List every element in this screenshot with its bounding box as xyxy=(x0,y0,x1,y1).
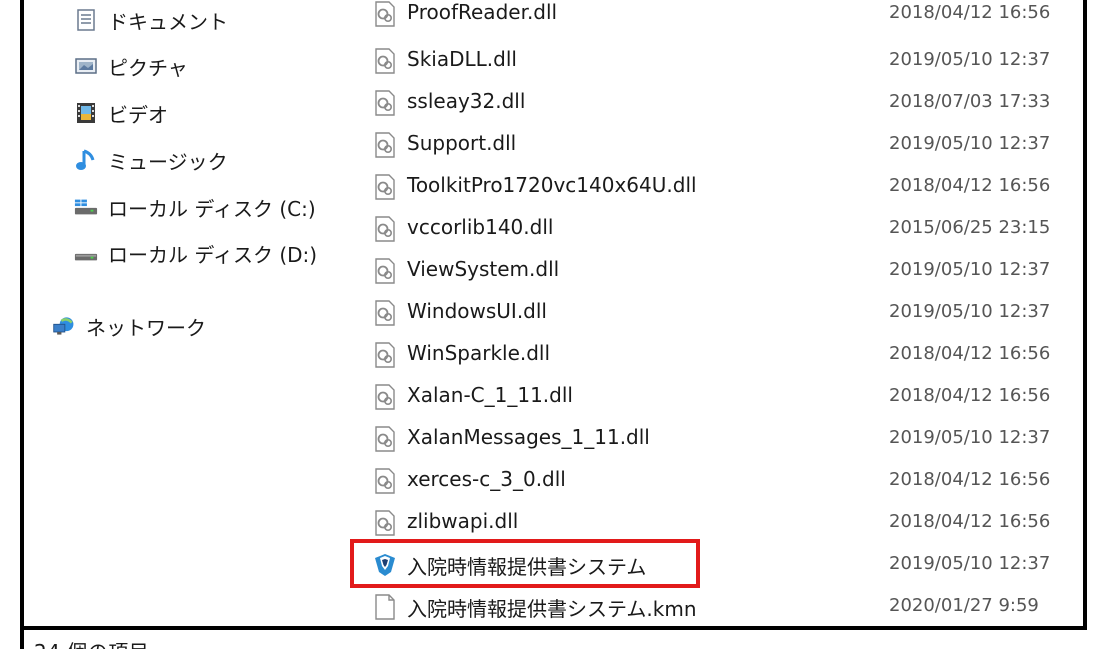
file-row[interactable]: XalanMessages_1_11.dll 2019/05/10 12:37 xyxy=(360,418,1083,460)
file-name: ToolkitPro1720vc140x64U.dll xyxy=(407,173,697,197)
file-name: SkiaDLL.dll xyxy=(407,47,517,71)
local-disk-c-icon xyxy=(74,195,98,219)
file-row[interactable]: ssleay32.dll 2018/07/03 17:33 xyxy=(360,82,1083,124)
blank-file-icon xyxy=(375,594,395,620)
window-border-right xyxy=(1083,0,1087,630)
file-modified-date: 2018/07/03 17:33 xyxy=(889,91,1051,112)
file-row[interactable]: xerces-c_3_0.dll 2018/04/12 16:56 xyxy=(360,460,1083,502)
file-row[interactable]: Support.dll 2019/05/10 12:37 xyxy=(360,124,1083,166)
nav-item-music[interactable]: ミュージック xyxy=(74,140,228,180)
file-modified-date: 2019/05/10 12:37 xyxy=(889,553,1051,574)
status-bar: 24 個の項目 xyxy=(24,630,1083,649)
file-name: Xalan-C_1_11.dll xyxy=(407,383,573,407)
local-disk-d-icon xyxy=(74,241,98,265)
file-name: 入院時情報提供書システム xyxy=(407,555,647,579)
file-row[interactable]: 入院時情報提供書システム.kmn 2020/01/27 9:59 xyxy=(360,586,1083,628)
file-modified-date: 2019/05/10 12:37 xyxy=(889,259,1051,280)
file-row[interactable]: ProofReader.dll 2018/04/12 16:56 xyxy=(360,0,1083,35)
nav-item-label: ローカル ディスク (C:) xyxy=(108,196,316,221)
file-name: WinSparkle.dll xyxy=(407,341,551,365)
file-list: ProofReader.dll 2018/04/12 16:56 SkiaDLL… xyxy=(360,0,1083,626)
nav-item-pictures[interactable]: ピクチャ xyxy=(74,46,188,86)
file-name: XalanMessages_1_11.dll xyxy=(407,425,650,449)
file-modified-date: 2015/06/25 23:15 xyxy=(889,217,1051,238)
nav-item-label: ミュージック xyxy=(108,149,228,174)
file-row[interactable]: WindowsUI.dll 2019/05/10 12:37 xyxy=(360,292,1083,334)
nav-item-label: ピクチャ xyxy=(108,55,188,80)
file-row[interactable]: vccorlib140.dll 2015/06/25 23:15 xyxy=(360,208,1083,250)
file-modified-date: 2018/04/12 16:56 xyxy=(889,385,1051,406)
file-modified-date: 2018/04/12 16:56 xyxy=(889,343,1051,364)
nav-item-local-disk-c[interactable]: ローカル ディスク (C:) xyxy=(74,187,316,227)
file-modified-date: 2018/04/12 16:56 xyxy=(889,2,1051,23)
documents-icon xyxy=(74,8,98,32)
nav-item-label: ドキュメント xyxy=(108,9,228,34)
nav-item-network[interactable]: ネットワーク xyxy=(52,306,206,346)
dll-file-icon xyxy=(375,426,395,452)
dll-file-icon xyxy=(375,48,395,74)
nav-item-label: ローカル ディスク (D:) xyxy=(108,242,318,267)
dll-file-icon xyxy=(375,342,395,368)
dll-file-icon xyxy=(375,1,395,27)
file-row[interactable]: zlibwapi.dll 2018/04/12 16:56 xyxy=(360,502,1083,544)
nav-item-documents[interactable]: ドキュメント xyxy=(74,0,228,40)
file-name: vccorlib140.dll xyxy=(407,215,554,239)
file-name: Support.dll xyxy=(407,131,517,155)
dll-file-icon xyxy=(375,90,395,116)
dll-file-icon xyxy=(375,510,395,536)
file-name: 入院時情報提供書システム.kmn xyxy=(407,597,697,621)
pictures-icon xyxy=(74,54,98,78)
dll-file-icon xyxy=(375,258,395,284)
file-name: zlibwapi.dll xyxy=(407,509,519,533)
file-row[interactable]: ToolkitPro1720vc140x64U.dll 2018/04/12 1… xyxy=(360,166,1083,208)
file-modified-date: 2019/05/10 12:37 xyxy=(889,427,1051,448)
file-row[interactable]: ViewSystem.dll 2019/05/10 12:37 xyxy=(360,250,1083,292)
dll-file-icon xyxy=(375,384,395,410)
file-modified-date: 2019/05/10 12:37 xyxy=(889,133,1051,154)
nav-item-local-disk-d[interactable]: ローカル ディスク (D:) xyxy=(74,233,317,273)
window-border-left xyxy=(20,0,24,649)
file-name: WindowsUI.dll xyxy=(407,299,547,323)
nav-item-label: ビデオ xyxy=(108,102,168,127)
file-row[interactable]: WinSparkle.dll 2018/04/12 16:56 xyxy=(360,334,1083,376)
navigation-pane: ドキュメント ピクチャ ビデオ ミュージック ローカル ディスク (C:) ロー… xyxy=(24,0,354,626)
file-modified-date: 2018/04/12 16:56 xyxy=(889,469,1051,490)
item-count: 24 個の項目 xyxy=(34,636,149,649)
file-modified-date: 2018/04/12 16:56 xyxy=(889,175,1051,196)
file-modified-date: 2019/05/10 12:37 xyxy=(889,49,1051,70)
music-icon xyxy=(74,148,98,172)
app-executable-icon xyxy=(375,554,395,576)
file-row-app[interactable]: 入院時情報提供書システム 2019/05/10 12:37 xyxy=(360,544,1083,586)
file-name: ssleay32.dll xyxy=(407,89,526,113)
videos-icon xyxy=(74,101,98,125)
file-row[interactable]: Xalan-C_1_11.dll 2018/04/12 16:56 xyxy=(360,376,1083,418)
file-modified-date: 2019/05/10 12:37 xyxy=(889,301,1051,322)
network-icon xyxy=(52,314,76,338)
file-name: xerces-c_3_0.dll xyxy=(407,467,566,491)
nav-item-videos[interactable]: ビデオ xyxy=(74,93,168,133)
nav-item-label: ネットワーク xyxy=(86,315,206,340)
dll-file-icon xyxy=(375,300,395,326)
file-row[interactable]: SkiaDLL.dll 2019/05/10 12:37 xyxy=(360,40,1083,82)
file-name: ProofReader.dll xyxy=(407,0,558,24)
file-modified-date: 2020/01/27 9:59 xyxy=(889,595,1039,616)
dll-file-icon xyxy=(375,216,395,242)
dll-file-icon xyxy=(375,132,395,158)
file-name: ViewSystem.dll xyxy=(407,257,560,281)
file-modified-date: 2018/04/12 16:56 xyxy=(889,511,1051,532)
dll-file-icon xyxy=(375,468,395,494)
dll-file-icon xyxy=(375,174,395,200)
